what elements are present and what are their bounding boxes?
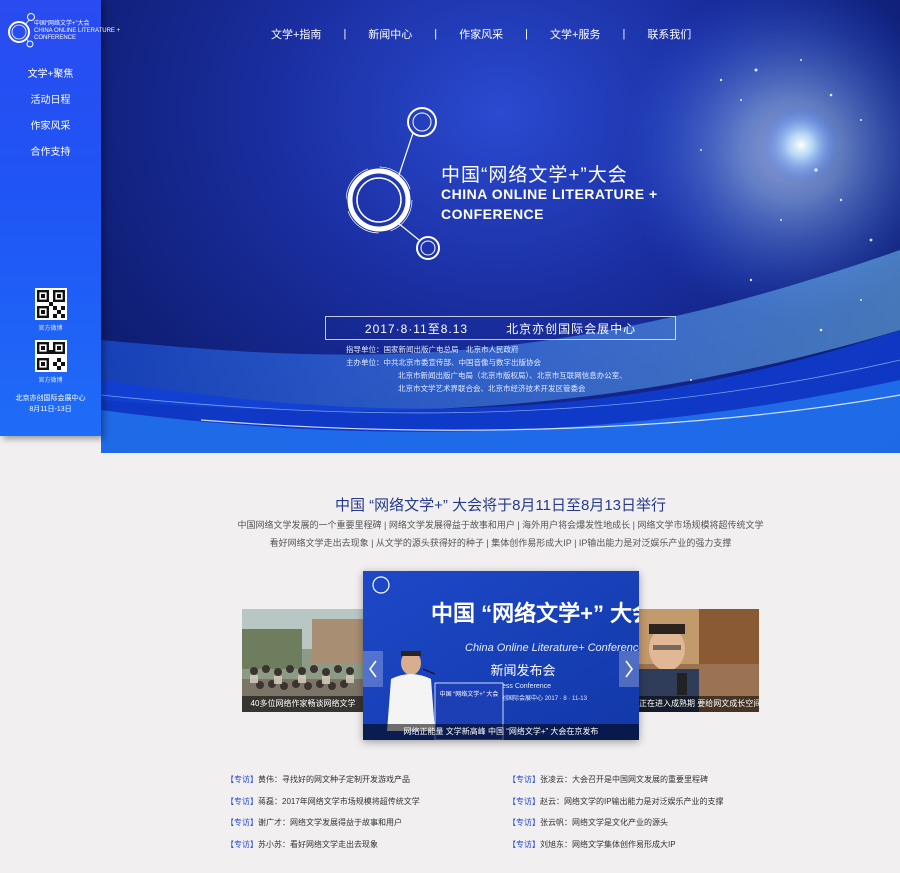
list-item[interactable]: 【专访】苏小苏：看好网络文学走出去现象 (226, 838, 486, 860)
carousel-slide-right[interactable]: 正在进入成熟期 要给网文成长空间 (639, 609, 759, 712)
carousel-next-button[interactable] (619, 651, 639, 687)
banner-title-cn: 中国“网络文学+”大会 (441, 165, 628, 186)
carousel-slide-left[interactable]: 40多位网络作家畅谈网络文学 (242, 609, 364, 712)
sidebar-footer-venue: 北京亦创国际会展中心 (15, 395, 86, 402)
list-item[interactable]: 【专访】赵云：网络文学的IP输出能力是对泛娱乐产业的支撑 (508, 795, 768, 817)
carousel-caption: 正在进入成熟期 要给网文成长空间 (639, 696, 759, 712)
banner-title-en: CHINA ONLINE LITERATURE + (441, 186, 658, 202)
organizer-line: 主办单位：中共北京市委宣传部、中国音像与数字出版协会 (346, 358, 541, 367)
nav-separator: | (434, 28, 438, 40)
interview-tag: 【专访】 (508, 818, 540, 827)
nav-separator: | (622, 28, 626, 40)
news-title[interactable]: 谢广才：网络文学发展得益于故事和用户 (258, 818, 402, 827)
top-nav-writers[interactable]: 作家风采 (459, 26, 503, 42)
news-title[interactable]: 赵云：网络文学的IP输出能力是对泛娱乐产业的支撑 (540, 797, 724, 806)
interview-tag: 【专访】 (226, 839, 258, 849)
top-nav-contact[interactable]: 联系我们 (647, 26, 691, 42)
top-nav-guide[interactable]: 文学+指南 (271, 26, 321, 42)
sidebar-logo-text: 中国“网络文学+”大会 CHINA ONLINE LITERATURE + CO… (34, 21, 120, 42)
interview-tag: 【专访】 (226, 775, 258, 784)
top-nav-news[interactable]: 新闻中心 (368, 26, 412, 42)
banner-title-en-2: CONFERENCE (441, 206, 545, 222)
qr-block-weibo: 官方微博 (0, 288, 101, 332)
list-item[interactable]: 【专访】张凌云：大会召开是中国网文发展的重要里程碑 (508, 773, 768, 795)
sidebar: 中国“网络文学+”大会 CHINA ONLINE LITERATURE + CO… (0, 0, 120, 436)
nav-separator: | (525, 28, 529, 40)
sidebar-item-focus[interactable]: 文学+聚焦 (0, 68, 101, 94)
interview-tag: 【专访】 (226, 818, 258, 827)
list-item[interactable]: 【专访】张云帆：网络文学是文化产业的源头 (508, 816, 768, 838)
carousel-prev-button[interactable] (363, 651, 383, 687)
list-item[interactable]: 【专访】刘旭东：网络文学集体创作易形成大IP (508, 838, 768, 860)
poster-title: 中国 “网络文学+” 大会 (431, 601, 639, 626)
list-item[interactable]: 【专访】黄伟：寻找好的网文种子定制开发游戏产品 (226, 773, 486, 795)
logo-title-en: CHINA ONLINE LITERATURE + (34, 28, 121, 34)
carousel-slide-main[interactable]: 中国 “网络文学+” 大会 China Online Literature+ C… (363, 571, 639, 740)
chevron-right-icon (625, 660, 633, 678)
news-title[interactable]: 张凌云：大会召开是中国网文发展的重要里程碑 (540, 775, 708, 784)
interview-tag: 【专访】 (508, 796, 540, 806)
nav-separator: | (343, 28, 347, 40)
podium-label: 中国 “网络文学+” 大会 (440, 690, 499, 698)
qr-label: 官方微博 (38, 326, 63, 332)
banner-date: 2017·8·11至8.13 (364, 321, 469, 336)
news-title[interactable]: 张云帆：网络文学是文化产业的源头 (540, 818, 668, 827)
news-title[interactable]: 苏小苏：看好网络文学走出去现象 (258, 840, 378, 849)
poster-subtitle: China Online Literature+ Conference (465, 642, 639, 654)
qr-label: 官方微博 (38, 378, 63, 384)
news-title[interactable]: 黄伟：寻找好的网文种子定制开发游戏产品 (258, 775, 410, 784)
logo-title-en-2: CONFERENCE (34, 35, 77, 41)
qr-code-icon (34, 340, 67, 372)
banner-organizers: 指导单位：国家新闻出版广电总局 北京市人民政府 主办单位：中共北京市委宣传部、中… (346, 343, 627, 395)
organizer-line: 指导单位：国家新闻出版广电总局 北京市人民政府 (346, 345, 519, 354)
news-column-left: 【专访】黄伟：寻找好的网文种子定制开发游戏产品 【专访】蒋磊：2017年网络文学… (226, 773, 486, 859)
organizer-line: 北京市新闻出版广电局（北京市版权局）、北京市互联网信息办公室、 (398, 371, 627, 380)
hero-banner: 文学+指南 | 新闻中心 | 作家风采 | 文学+服务 | 联系我们 中国“网络… (101, 0, 900, 453)
interview-tag: 【专访】 (508, 775, 540, 784)
organizer-line: 北京市文学艺术界联合会、北京市经济技术开发区管委会 (398, 384, 586, 393)
qr-block-weibo-2: 官方微博 (0, 340, 101, 384)
top-nav-services[interactable]: 文学+服务 (550, 26, 600, 42)
sidebar-footer-dates: 8月11日-13日 (29, 406, 72, 413)
sidebar-logo[interactable]: 中国“网络文学+”大会 CHINA ONLINE LITERATURE + CO… (6, 10, 120, 50)
sidebar-item-writers[interactable]: 作家风采 (0, 120, 101, 146)
page-headline: 中国 “网络文学+” 大会将于8月11日至8月13日举行 (334, 497, 667, 514)
news-title[interactable]: 蒋磊：2017年网络文学市场规模将超传统文学 (258, 797, 420, 806)
banner-date-venue: 2017·8·11至8.13 北京亦创国际会展中心 (325, 316, 676, 340)
interview-tag: 【专访】 (226, 796, 258, 806)
news-carousel: 40多位网络作家畅谈网络文学 正在进入成熟期 要给网文成长空间 中国 “网络文学… (242, 571, 759, 741)
qr-code-icon (34, 288, 67, 320)
logo-title-cn: 中国“网络文学+”大会 (34, 21, 90, 27)
topic-line: 看好网络文学走出去现象 | 从文学的源头获得好的种子 | 集体创作易形成大IP … (269, 538, 732, 548)
list-item[interactable]: 【专访】蒋磊：2017年网络文学市场规模将超传统文学 (226, 795, 486, 817)
carousel-caption: 网络正能量 文学新高峰 中国 “网络文学+” 大会在京发布 (363, 724, 639, 740)
sidebar-nav: 文学+聚焦 活动日程 作家风采 合作支持 (0, 68, 101, 172)
chevron-left-icon (369, 660, 377, 678)
poster-event: 新闻发布会 (490, 663, 555, 678)
conference-emblem-icon (346, 107, 440, 260)
interview-tag: 【专访】 (508, 839, 540, 849)
sidebar-item-schedule[interactable]: 活动日程 (0, 94, 101, 120)
topic-line: 中国网络文学发展的一个重要里程碑 | 网络文学发展得益于故事和用户 | 海外用户… (237, 520, 764, 530)
press-conference-photo: 中国 “网络文学+” 大会 China Online Literature+ C… (363, 571, 639, 740)
carousel-caption: 40多位网络作家畅谈网络文学 (242, 696, 364, 712)
banner-venue: 北京亦创国际会展中心 (506, 321, 637, 336)
sidebar-item-partners[interactable]: 合作支持 (0, 146, 101, 172)
poster-event-en: Press Conference (495, 683, 551, 690)
sidebar-footer: 北京亦创国际会展中心 8月11日-13日 (0, 393, 101, 415)
news-column-right: 【专访】张凌云：大会召开是中国网文发展的重要里程碑 【专访】赵云：网络文学的IP… (508, 773, 768, 859)
list-item[interactable]: 【专访】谢广才：网络文学发展得益于故事和用户 (226, 816, 486, 838)
top-nav: 文学+指南 | 新闻中心 | 作家风采 | 文学+服务 | 联系我们 (271, 26, 731, 42)
news-title[interactable]: 刘旭东：网络文学集体创作易形成大IP (540, 840, 676, 849)
